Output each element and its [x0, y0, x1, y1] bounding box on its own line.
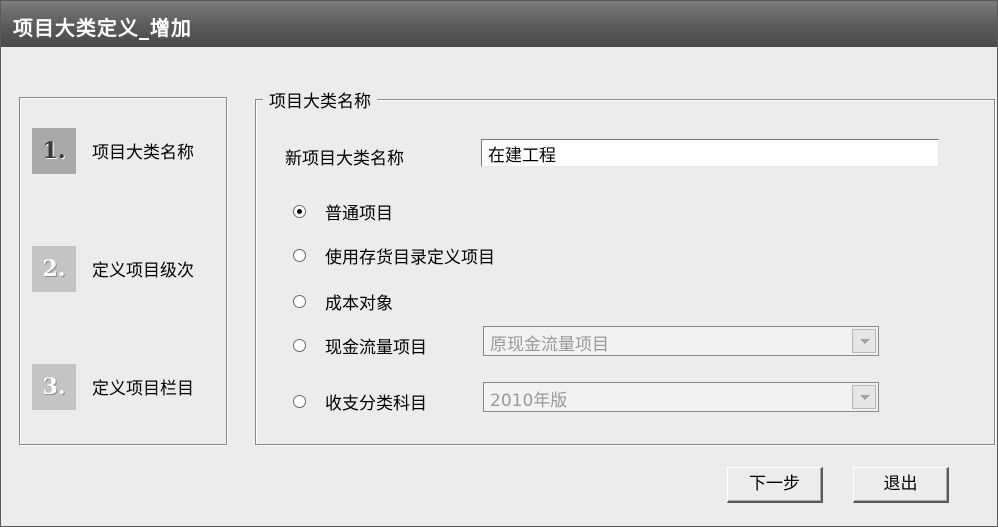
step-1: 1. 项目大类名称: [32, 128, 222, 188]
step-3: 3. 定义项目栏目: [32, 364, 222, 424]
radio-cost-object[interactable]: [293, 295, 306, 308]
radio-cash-flow-project[interactable]: [293, 339, 306, 352]
radio-inventory-project[interactable]: [293, 249, 306, 262]
step-2-icon: 2.: [32, 246, 76, 292]
option-cash-flow-project-label: 现金流量项目: [325, 338, 427, 358]
income-expense-category-select[interactable]: 2010年版: [483, 382, 879, 412]
next-step-button[interactable]: 下一步: [727, 467, 823, 503]
new-category-name-label: 新项目大类名称: [285, 149, 404, 169]
step-1-icon: 1.: [32, 128, 76, 174]
group-title: 项目大类名称: [263, 87, 377, 112]
radio-general-project[interactable]: [293, 205, 306, 218]
steps-panel: 1. 项目大类名称 2. 定义项目级次 3. 定义项目栏目: [19, 97, 227, 445]
cash-flow-project-select[interactable]: 原现金流量项目: [483, 326, 879, 356]
radio-income-expense-category[interactable]: [293, 395, 306, 408]
chevron-down-icon[interactable]: [852, 385, 876, 409]
option-income-expense-category-label: 收支分类科目: [325, 394, 427, 414]
title-bar[interactable]: 项目大类定义_增加: [1, 1, 997, 47]
dialog-window: 项目大类定义_增加 1. 项目大类名称 2. 定义项目级次 3. 定义项目栏目 …: [0, 0, 998, 527]
step-3-label: 定义项目栏目: [92, 379, 194, 399]
option-inventory-project-label: 使用存货目录定义项目: [325, 248, 495, 268]
option-general-project-label: 普通项目: [325, 204, 393, 224]
step-3-icon: 3.: [32, 364, 76, 410]
chevron-down-icon[interactable]: [852, 329, 876, 353]
exit-button[interactable]: 退出: [853, 467, 949, 503]
option-cost-object-label: 成本对象: [325, 294, 393, 314]
step-2: 2. 定义项目级次: [32, 246, 222, 306]
new-category-name-input[interactable]: [481, 139, 939, 167]
income-expense-category-select-value: 2010年版: [490, 391, 568, 411]
window-title: 项目大类定义_增加: [13, 16, 192, 40]
dialog-body: 1. 项目大类名称 2. 定义项目级次 3. 定义项目栏目 项目大类名称 新项目…: [5, 49, 995, 523]
step-2-label: 定义项目级次: [92, 261, 194, 281]
step-1-label: 项目大类名称: [92, 143, 194, 163]
cash-flow-project-select-value: 原现金流量项目: [490, 335, 609, 355]
